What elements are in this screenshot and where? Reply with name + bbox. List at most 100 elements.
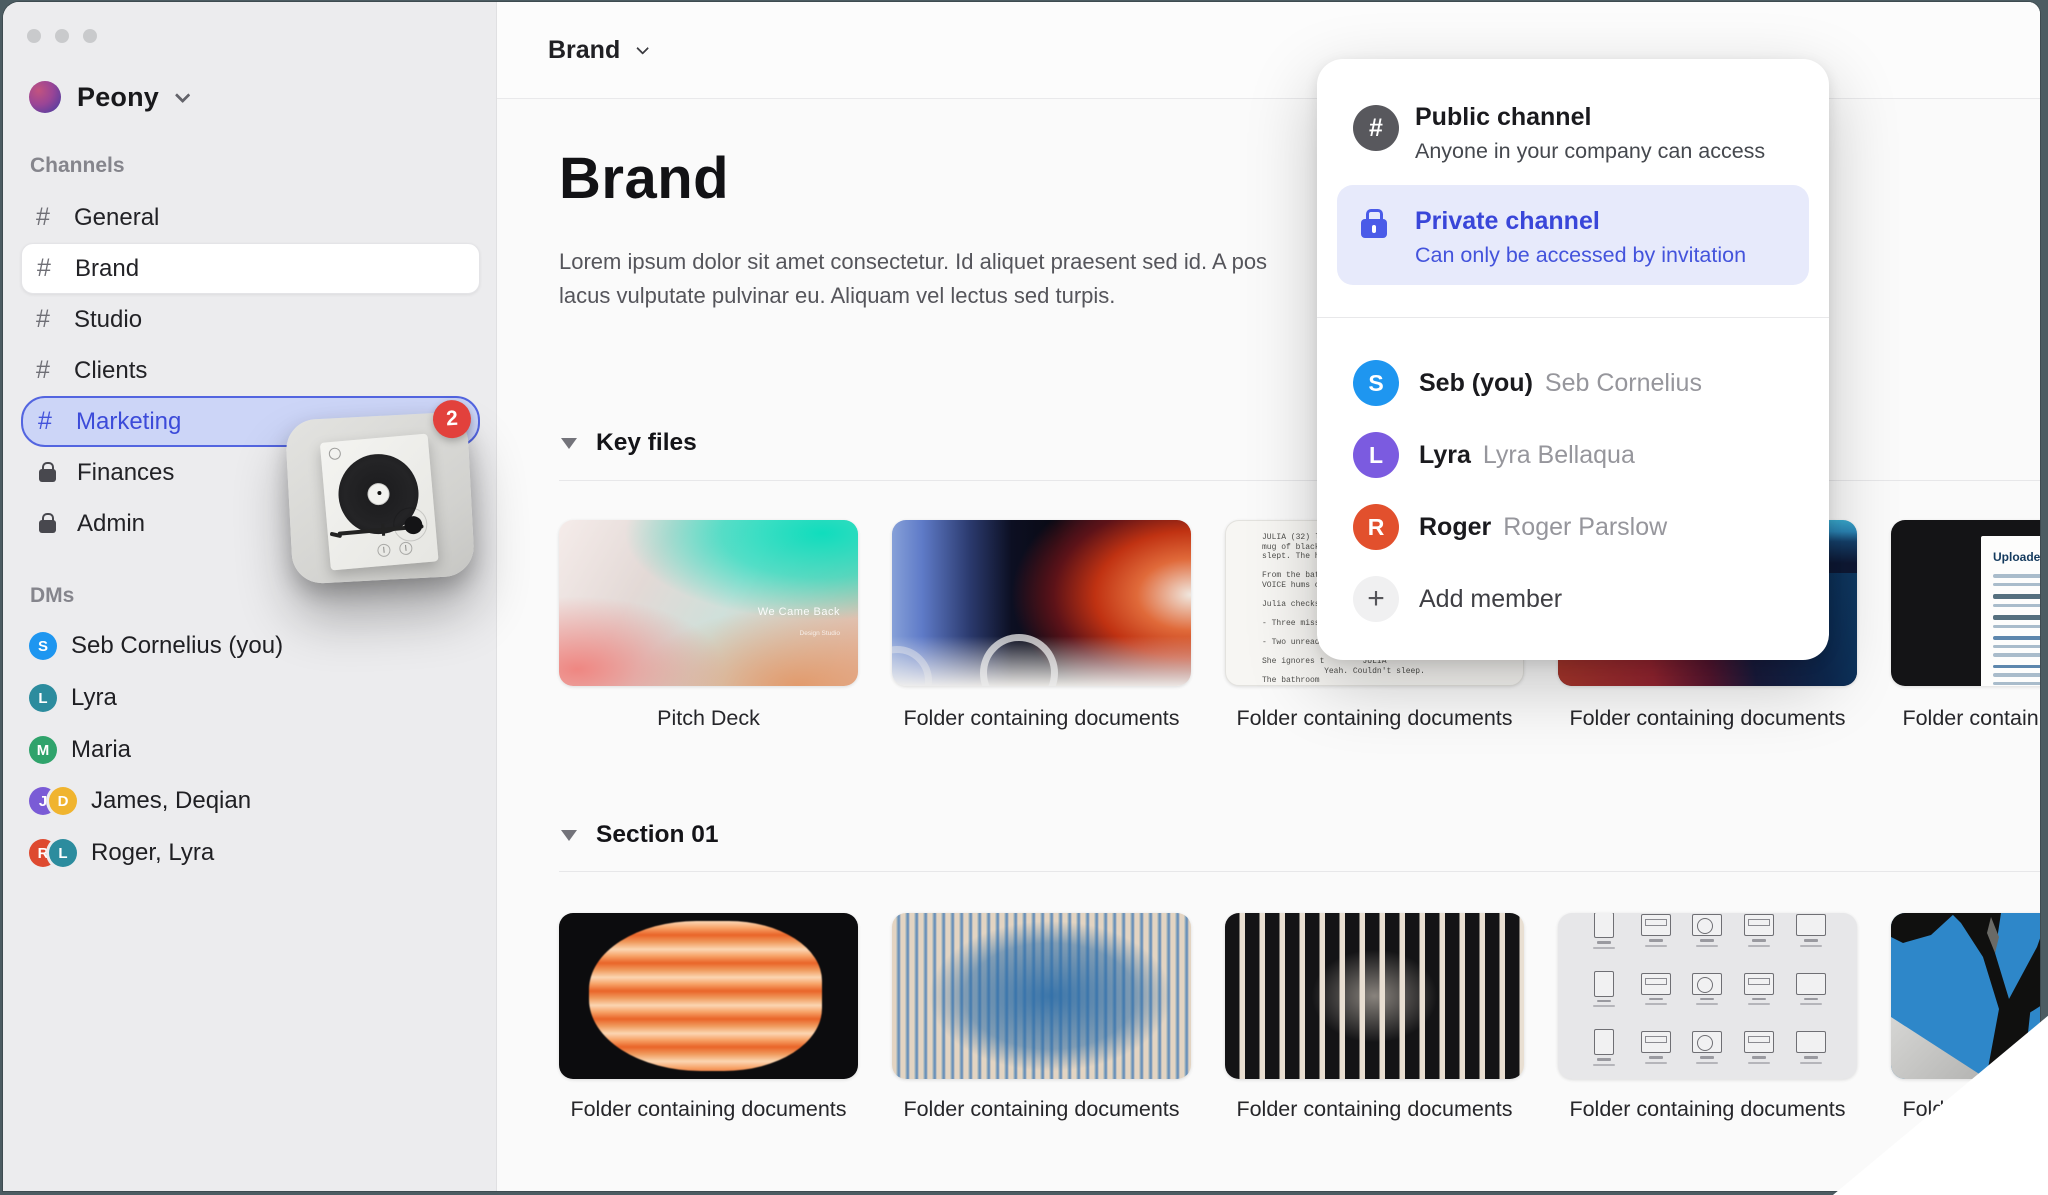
workspace-name: Peony: [77, 82, 159, 113]
collapse-triangle-icon: [561, 830, 577, 841]
option-title: Private channel: [1415, 207, 1600, 236]
description-line: Lorem ipsum dolor sit amet consectetur. …: [559, 245, 1267, 279]
agreement-doc: Uploaded Agreement: [1981, 536, 2040, 686]
card-art-title: We Came Back: [758, 606, 840, 618]
option-title: Public channel: [1415, 103, 1591, 132]
script-line: Yeah. Couldn't sleep.: [1226, 667, 1523, 677]
avatar: S: [29, 632, 57, 660]
card-caption: Folder containing documents: [559, 1097, 858, 1122]
avatar: S: [1353, 360, 1399, 406]
card-art-ring: [892, 646, 932, 686]
avatar: L: [49, 839, 77, 867]
folder-card[interactable]: [1225, 913, 1524, 1079]
workspace-switcher[interactable]: Peony: [29, 76, 186, 118]
card-caption: Folder containing documents: [1558, 706, 1857, 731]
channel-label: Finances: [77, 459, 174, 487]
card-caption: Folder containing documents: [892, 706, 1191, 731]
member-row-lyra[interactable]: L Lyra Lyra Bellaqua: [1353, 432, 1799, 478]
dm-name: James, Deqian: [91, 787, 251, 815]
channel-label: General: [74, 204, 159, 232]
dm-name: Maria: [71, 736, 131, 764]
folder-card[interactable]: [892, 913, 1191, 1079]
hash-icon: #: [36, 203, 74, 232]
turntable-dial: [328, 447, 341, 460]
hash-icon: #: [1353, 105, 1399, 151]
avatar: D: [49, 787, 77, 815]
sidebar-item-general[interactable]: # General: [21, 192, 480, 243]
option-public-channel[interactable]: # Public channel Anyone in your company …: [1337, 87, 1809, 175]
dm-item-maria[interactable]: M Maria: [29, 724, 131, 776]
add-member-button[interactable]: + Add member: [1353, 576, 1799, 622]
dm-item-seb[interactable]: S Seb Cornelius (you): [29, 620, 283, 672]
member-full-name: Lyra Bellaqua: [1483, 441, 1635, 470]
dm-item-james-deqian[interactable]: J D James, Deqian: [29, 775, 251, 827]
card-caption: Pitch Deck: [559, 706, 858, 731]
hash-icon: #: [38, 407, 76, 436]
zoom-window-button[interactable]: [83, 29, 97, 43]
card-caption: Folder containing documents: [892, 1097, 1191, 1122]
sidebar: Peony Channels # General # Brand # Studi…: [3, 2, 497, 1191]
file-card-pitch-deck[interactable]: We Came Back Design Studio: [559, 520, 858, 686]
breadcrumb-channel[interactable]: Brand: [548, 36, 620, 65]
folder-card-tree[interactable]: [1891, 913, 2040, 1079]
dm-name: Seb Cornelius (you): [71, 632, 283, 660]
member-display-name: Roger: [1419, 513, 1491, 542]
minimize-window-button[interactable]: [55, 29, 69, 43]
sidebar-item-brand[interactable]: # Brand: [21, 243, 480, 294]
member-row-roger[interactable]: R Roger Roger Parslow: [1353, 504, 1799, 550]
workspace-avatar: [29, 81, 61, 113]
avatar: L: [29, 684, 57, 712]
hash-icon: #: [37, 254, 75, 283]
page-title: Brand: [559, 145, 729, 212]
description-line: lacus vulputate pulvinar eu. Aliquam vel…: [559, 279, 1267, 313]
folder-card[interactable]: [559, 913, 858, 1079]
add-member-label: Add member: [1419, 585, 1562, 614]
dm-name: Roger, Lyra: [91, 839, 214, 867]
card-caption: Folder containing documents: [1558, 1097, 1857, 1122]
card-art-subtitle: Design Studio: [800, 630, 840, 637]
member-display-name: Lyra: [1419, 441, 1471, 470]
screen: Peony Channels # General # Brand # Studi…: [0, 0, 2048, 1195]
channel-privacy-popup: # Public channel Anyone in your company …: [1317, 59, 1829, 660]
option-subtitle: Can only be accessed by invitation: [1415, 243, 1746, 268]
divider: [559, 871, 2040, 872]
lock-icon: [1361, 219, 1387, 238]
chevron-down-icon[interactable]: [636, 42, 649, 55]
sidebar-item-studio[interactable]: # Studio: [21, 294, 480, 345]
lock-icon: [39, 469, 56, 482]
icon-grid: [1578, 913, 1837, 1077]
avatar: R: [1353, 504, 1399, 550]
app-window: Peony Channels # General # Brand # Studi…: [3, 2, 2040, 1191]
chevron-down-icon: [175, 87, 191, 103]
plus-icon: +: [1353, 576, 1399, 622]
control-knob: [377, 543, 391, 557]
channel-label: Admin: [77, 510, 145, 538]
close-window-button[interactable]: [27, 29, 41, 43]
folder-card-agreement[interactable]: Uploaded Agreement: [1891, 520, 2040, 686]
option-private-channel[interactable]: Private channel Can only be accessed by …: [1337, 185, 1809, 285]
script-dialog: JULIA Yeah. Couldn't sleep.: [1226, 657, 1523, 677]
folder-card[interactable]: [892, 520, 1191, 686]
hash-icon: #: [36, 305, 74, 334]
channels-section-label: Channels: [30, 154, 125, 178]
member-full-name: Roger Parslow: [1503, 513, 1667, 542]
dm-item-lyra[interactable]: L Lyra: [29, 672, 117, 724]
section-header-section-01[interactable]: Section 01: [561, 821, 719, 849]
channel-description: Lorem ipsum dolor sit amet consectetur. …: [559, 245, 1267, 313]
turntable-image: [320, 434, 439, 571]
doc-title: Uploaded Agreement: [1993, 550, 2040, 564]
hash-icon: #: [36, 356, 74, 385]
section-header-key-files[interactable]: Key files: [561, 429, 697, 457]
lock-icon: [39, 520, 56, 533]
member-row-seb[interactable]: S Seb (you) Seb Cornelius: [1353, 360, 1799, 406]
option-subtitle: Anyone in your company can access: [1415, 139, 1765, 164]
channel-label: Clients: [74, 357, 147, 385]
section-title: Key files: [596, 429, 697, 457]
member-display-name: Seb (you): [1419, 369, 1533, 398]
dms-section-label: DMs: [30, 584, 74, 608]
sidebar-item-clients[interactable]: # Clients: [21, 345, 480, 396]
dm-item-roger-lyra[interactable]: R L Roger, Lyra: [29, 827, 214, 879]
drag-ghost-turntable[interactable]: 2: [285, 411, 475, 584]
folder-card-icon-library[interactable]: [1558, 913, 1857, 1079]
channel-label: Studio: [74, 306, 142, 334]
